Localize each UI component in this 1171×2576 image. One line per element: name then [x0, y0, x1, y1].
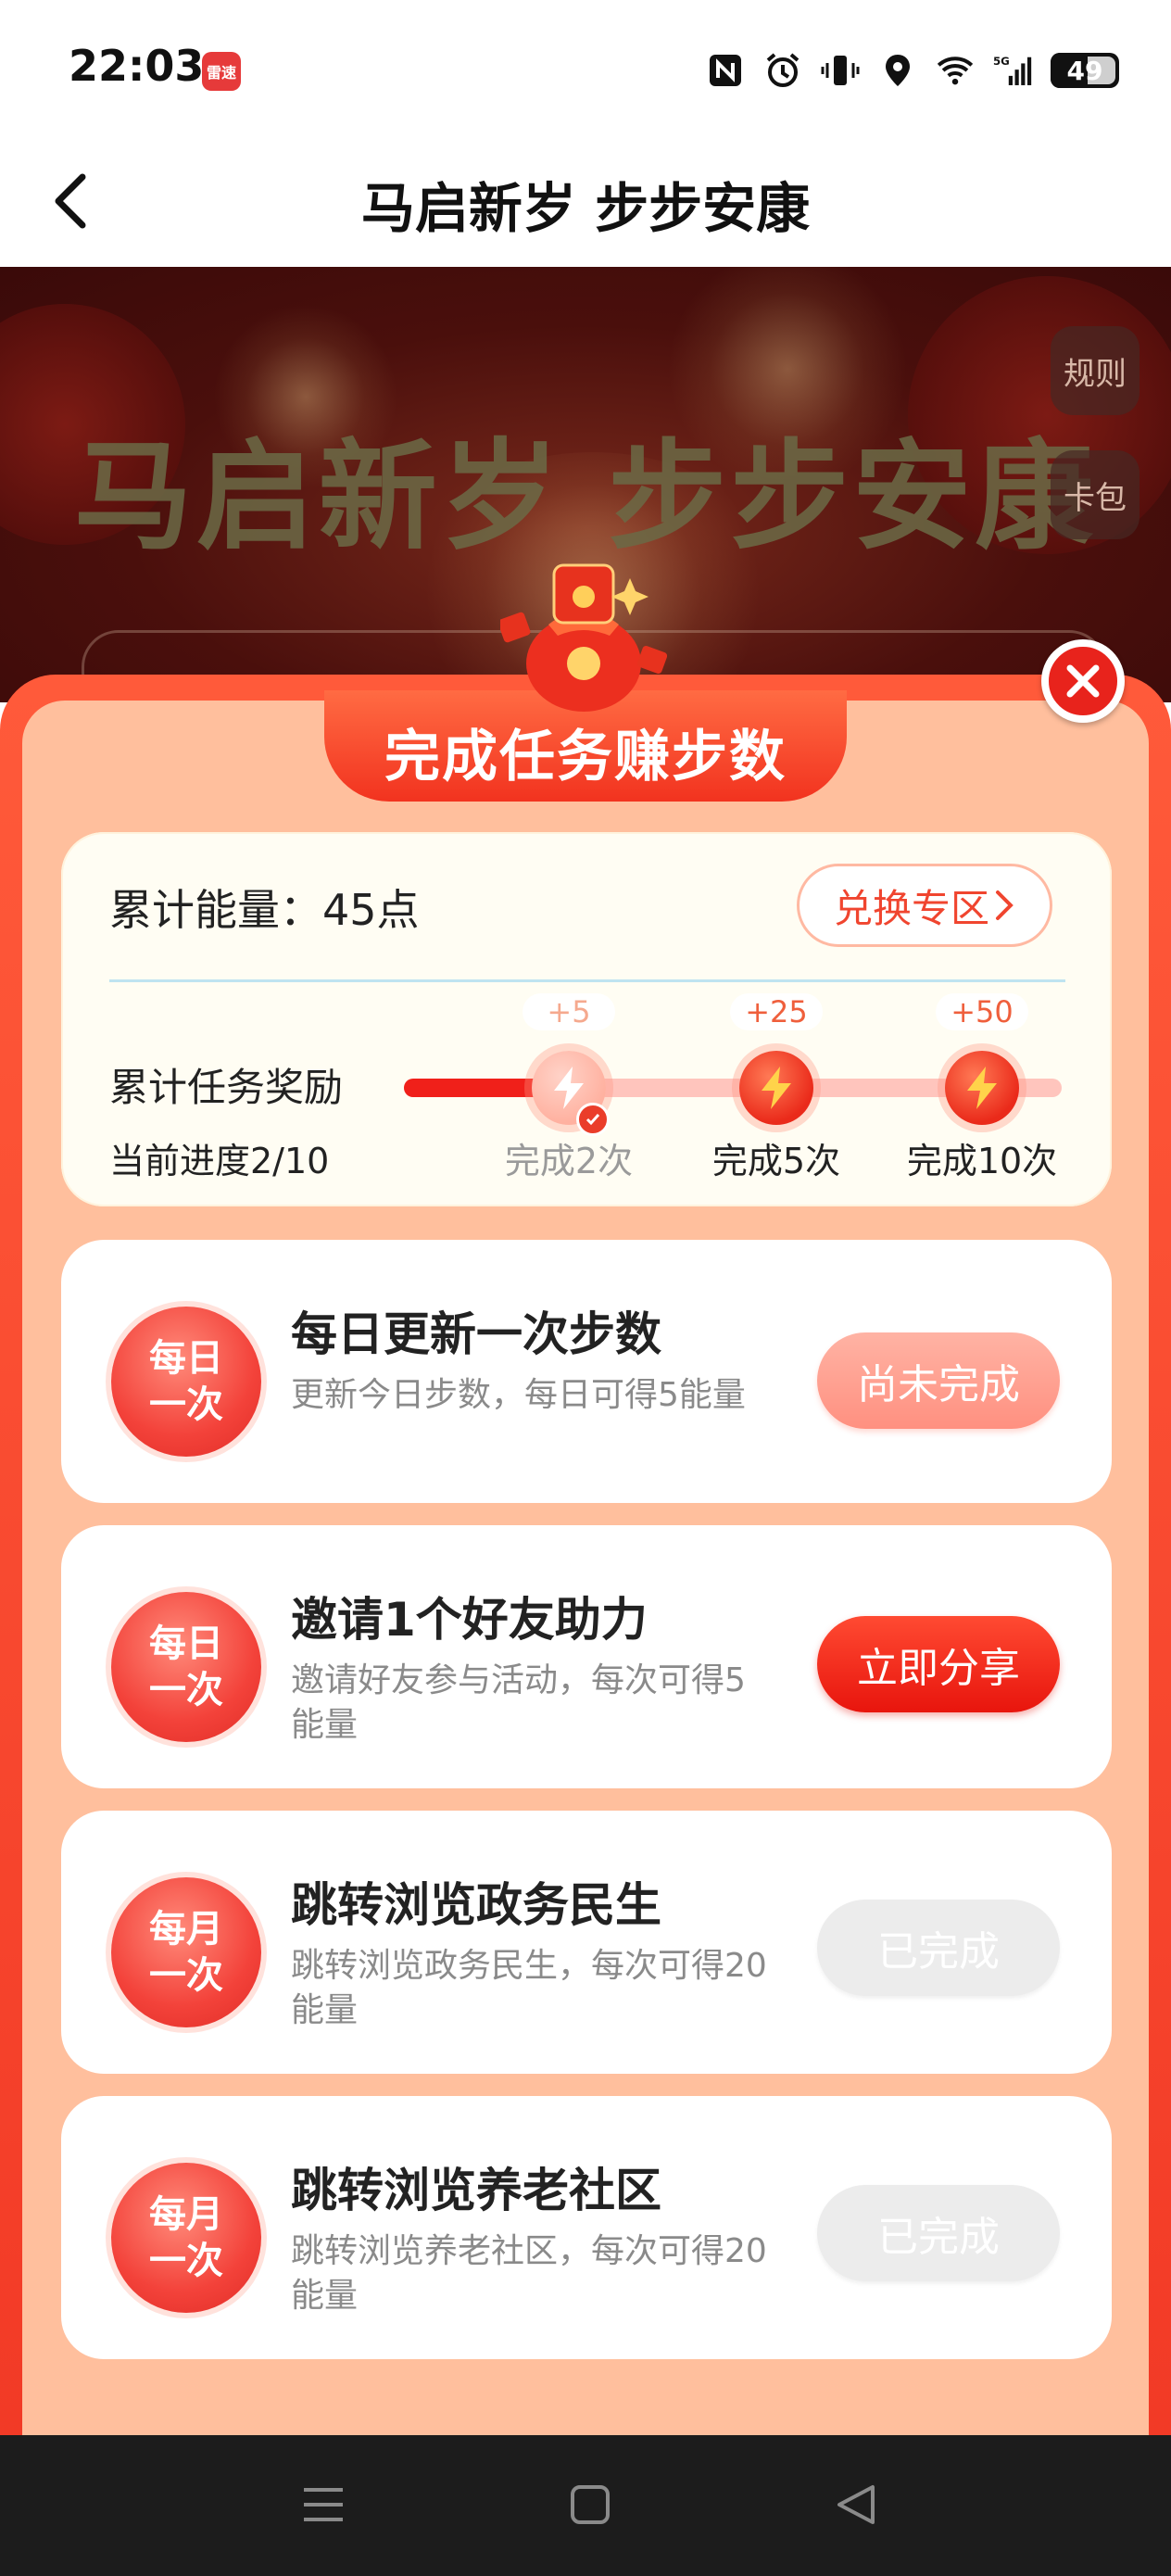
frequency-badge: 每月 一次 [111, 2163, 261, 2313]
task-title: 每日更新一次步数 [291, 1307, 661, 1361]
task-title: 跳转浏览养老社区 [291, 2164, 661, 2217]
home-icon[interactable] [558, 2472, 623, 2537]
vibrate-icon [821, 51, 860, 90]
location-icon [878, 51, 917, 90]
task-title: 跳转浏览政务民生 [291, 1878, 661, 1932]
task-status-button[interactable]: 尚未完成 [817, 1332, 1060, 1429]
divider [109, 979, 1065, 982]
lightning-icon [967, 1067, 997, 1109]
task-description: 更新今日步数，每日可得5能量 [291, 1376, 746, 1414]
wifi-icon [936, 51, 975, 90]
task-description: 跳转浏览养老社区，每次可得20能量 [291, 2232, 767, 2315]
accumulated-energy: 累计能量：45点 [109, 885, 420, 935]
battery-icon: 49 [1051, 53, 1119, 88]
svg-text:5G: 5G [993, 55, 1010, 68]
card-pack-button[interactable]: 卡包 [1051, 450, 1140, 539]
frequency-badge: 每月 一次 [111, 1877, 261, 2027]
app-notification-icon: 雷速 [202, 52, 241, 91]
progress-text: 当前进度2/10 [109, 1141, 330, 1181]
task-reward-label: 累计任务奖励 [109, 1065, 344, 1110]
modal-title: 完成任务赚步数 [384, 725, 787, 789]
back-triangle-icon[interactable] [825, 2472, 889, 2537]
page-title: 马启新岁 步步安康 [360, 177, 811, 240]
frequency-badge: 每日 一次 [111, 1307, 261, 1457]
banner-title: 马启新岁 步步安康 [73, 427, 1098, 566]
milestone-node [945, 1051, 1019, 1125]
task-description: 跳转浏览政务民生，每次可得20能量 [291, 1947, 767, 2029]
lightning-icon [762, 1067, 791, 1109]
milestone-label: 完成10次 [906, 1141, 1058, 1181]
status-icons: 5G 49 [706, 44, 1119, 96]
lightning-icon [554, 1067, 584, 1109]
check-icon [576, 1103, 610, 1136]
nfc-icon [706, 51, 745, 90]
share-now-button[interactable]: 立即分享 [817, 1616, 1060, 1712]
task-description: 邀请好友参与活动，每次可得5能量 [291, 1661, 746, 1744]
frequency-badge: 每日 一次 [111, 1592, 261, 1742]
milestone-bonus: +25 [730, 993, 823, 1030]
milestone-bonus: +50 [936, 993, 1028, 1030]
chevron-right-icon [996, 890, 1014, 920]
milestone-bonus: +5 [523, 993, 615, 1030]
milestone-label: 完成5次 [711, 1141, 841, 1181]
rules-button[interactable]: 规则 [1051, 326, 1140, 415]
red-envelope-bag-icon [497, 560, 668, 717]
exchange-label: 兑换专区 [833, 885, 989, 931]
status-time: 22:03 [69, 41, 205, 91]
close-button[interactable] [1041, 639, 1125, 723]
exchange-zone-button[interactable]: 兑换专区 [797, 864, 1052, 947]
milestone-label: 完成2次 [504, 1141, 634, 1181]
task-completed-button[interactable]: 已完成 [817, 2185, 1060, 2281]
task-completed-button[interactable]: 已完成 [817, 1900, 1060, 1996]
menu-icon[interactable] [291, 2472, 356, 2537]
close-icon [1066, 664, 1100, 698]
alarm-icon [763, 51, 802, 90]
task-title: 邀请1个好友助力 [291, 1593, 648, 1647]
milestone-node [739, 1051, 813, 1125]
signal-5g-icon: 5G [993, 51, 1032, 90]
